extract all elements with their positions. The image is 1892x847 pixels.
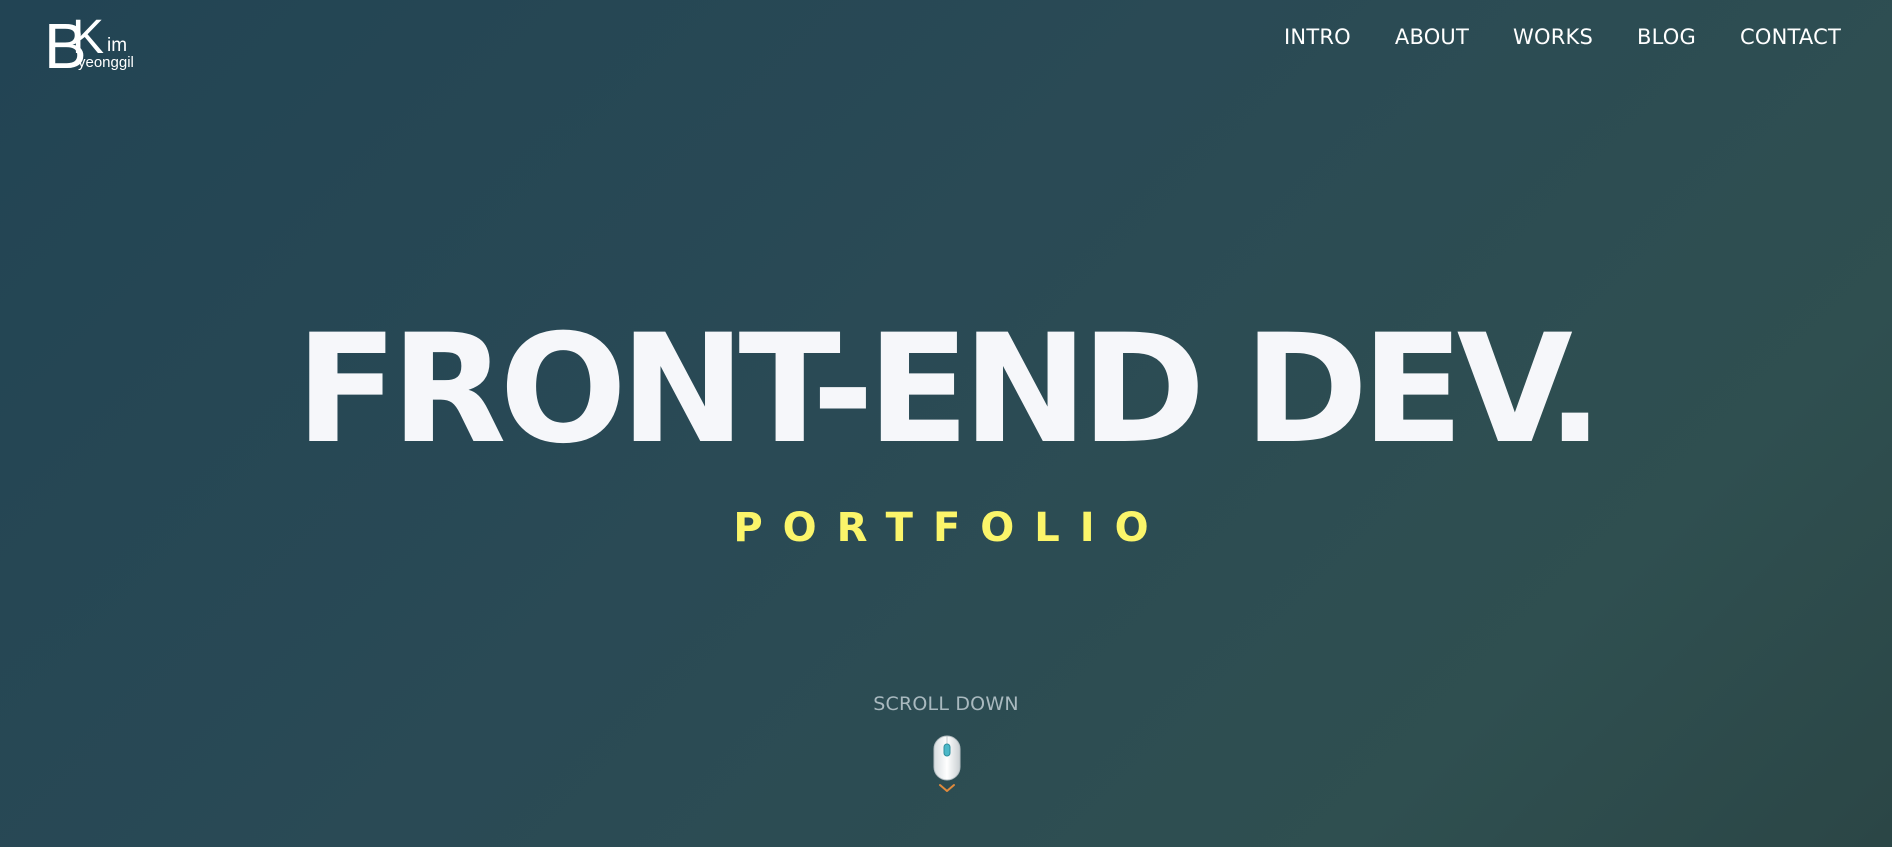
hero-subtitle: PORTFOLIO xyxy=(733,505,1169,551)
logo-small-im: im xyxy=(107,35,128,56)
nav-item-contact[interactable]: CONTACT xyxy=(1740,22,1841,52)
nav-item-intro[interactable]: INTRO xyxy=(1284,22,1351,52)
site-logo[interactable]: B K im yeonggil xyxy=(44,14,140,79)
nav-item-about[interactable]: ABOUT xyxy=(1395,22,1469,52)
chevron-down-icon xyxy=(939,784,955,792)
site-header: B K im yeonggil INTRO ABOUT WORKS BLOG C… xyxy=(0,0,1892,90)
mouse-icon[interactable] xyxy=(931,735,963,799)
hero-title: FRONT-END DEV. xyxy=(295,303,1604,477)
scroll-down-indicator[interactable]: SCROLL DOWN xyxy=(0,690,1892,718)
scroll-down-label: SCROLL DOWN xyxy=(873,693,1019,715)
nav-item-blog[interactable]: BLOG xyxy=(1637,22,1696,52)
logo-small-name: yeonggil xyxy=(78,54,134,71)
nav-item-works[interactable]: WORKS xyxy=(1513,22,1593,52)
main-nav: INTRO ABOUT WORKS BLOG CONTACT xyxy=(1284,22,1841,52)
